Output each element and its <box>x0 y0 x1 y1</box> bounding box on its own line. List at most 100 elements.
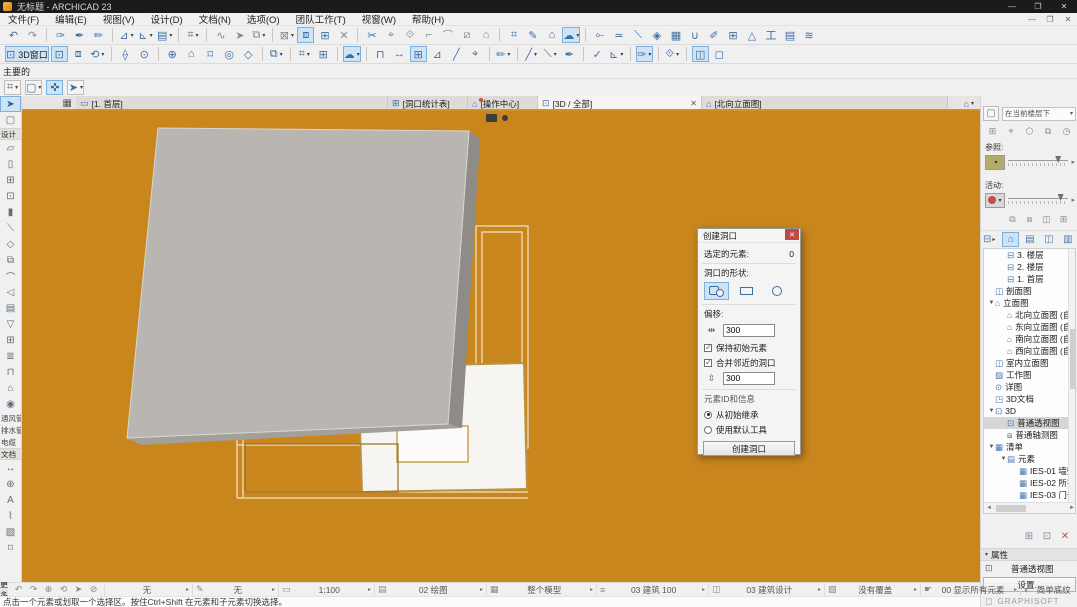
tree-item-3d[interactable]: ▼⊡3D <box>984 405 1075 417</box>
object-tool[interactable]: ⌂ <box>0 380 21 396</box>
snap-cursor-button[interactable]: ➤ <box>231 27 248 43</box>
layout-book-tab-button[interactable]: ◫ <box>1040 232 1057 247</box>
confirm-button[interactable]: ✓ <box>589 46 606 62</box>
cable-tool[interactable]: 电缆 <box>0 436 21 448</box>
intersect-button[interactable]: ⌗ <box>505 27 522 43</box>
new-viewpoint-button[interactable]: ⊡ <box>1039 529 1055 543</box>
line-type-b-button[interactable]: ⟍▾ <box>542 46 559 62</box>
panel-b-button[interactable]: ◻ <box>711 46 728 62</box>
tab-close-icon[interactable]: ✕ <box>684 99 697 108</box>
roof-tool[interactable]: ⧉ <box>0 252 21 268</box>
marquee-3d-button[interactable]: ⌗▾ <box>296 46 313 62</box>
look-around-button[interactable]: ⊙ <box>136 46 153 62</box>
camera-button[interactable]: ⌑ <box>202 46 219 62</box>
structure-display-dropdown[interactable]: ▦整个模型▸ <box>487 583 597 596</box>
menu-设计[interactable]: 设计(D) <box>142 12 190 26</box>
stretch-button[interactable]: ⟐ <box>401 27 418 43</box>
angle-3d-button[interactable]: ⊿ <box>429 46 446 62</box>
undo-button[interactable]: ↶ <box>5 27 22 43</box>
doc-close-button[interactable]: ✕ <box>1059 15 1077 24</box>
stair-tool[interactable]: ≣ <box>0 348 21 364</box>
expand-caret-icon[interactable]: ▼ <box>988 408 995 414</box>
expand-caret-icon[interactable]: ▼ <box>1000 456 1007 462</box>
pick-up-parameters-button[interactable]: ✑ <box>52 27 69 43</box>
morph-tool[interactable]: ◁ <box>0 284 21 300</box>
tree-item-sections[interactable]: ◫剖面图 <box>984 285 1075 297</box>
layer-set-dropdown[interactable]: ◫03 建筑设计▸ <box>709 583 825 596</box>
wall-tool[interactable]: ▱ <box>0 140 21 156</box>
default-settings-button[interactable]: ⌗▾ <box>4 80 21 95</box>
trace-shape-button[interactable]: ⬡ <box>1023 125 1036 138</box>
inherit-radio-row[interactable]: 从初始继承 <box>698 409 800 420</box>
navigator-map-button[interactable]: ⊟ ▸ <box>983 234 995 245</box>
view-map-tab-button[interactable]: ▤ <box>1021 232 1038 247</box>
door-tool[interactable]: ▯ <box>0 156 21 172</box>
tree-item-ies-01[interactable]: ▦IES-01 墙壁一览表 <box>984 465 1075 477</box>
scroll-left-arrow[interactable]: ◄ <box>984 505 994 511</box>
trace-split-button[interactable]: ◫ <box>1039 213 1054 226</box>
tree-item-schedules[interactable]: ▼▦清单 <box>984 441 1075 453</box>
chevron-right-icon[interactable]: ▸ <box>1071 158 1075 166</box>
shell-tool[interactable]: ⌒ <box>0 268 21 284</box>
scrollbar-thumb[interactable] <box>996 505 1026 512</box>
autogroup-button[interactable]: ⊞ <box>316 27 333 43</box>
merge-openings-row[interactable]: 合并邻近的洞口 <box>698 357 800 368</box>
level-dimension-tool[interactable]: ⊕ <box>0 476 21 492</box>
drop-button[interactable]: ∪ <box>686 27 703 43</box>
beam-tool[interactable]: ⟍ <box>0 220 21 236</box>
combined-shape-button[interactable] <box>704 282 729 300</box>
tree-item-details[interactable]: ⊙详图 <box>984 381 1075 393</box>
adjust-button[interactable]: ⌖ <box>382 27 399 43</box>
gravity-button[interactable]: ∿ <box>212 27 229 43</box>
arrow-tool[interactable]: ➤ <box>0 96 21 112</box>
paint-button[interactable]: ✎ <box>524 27 541 43</box>
size-input[interactable] <box>723 372 775 385</box>
offset-input[interactable] <box>723 324 775 337</box>
marquee-mode-button[interactable]: ▢▾ <box>25 80 42 95</box>
walk-button[interactable]: ⟠ <box>117 46 134 62</box>
tree-item-generic-axonometry[interactable]: ⧇普通轴测图 <box>984 429 1075 441</box>
railing-tool[interactable]: ⊓ <box>0 364 21 380</box>
renovation-filter-dropdown[interactable]: ☛00 显示所有元素▸ <box>921 583 1021 596</box>
align-button[interactable]: ≃ <box>610 27 627 43</box>
slider-thumb[interactable] <box>1055 156 1061 163</box>
keep-elements-checkbox[interactable] <box>704 344 712 352</box>
menu-编辑[interactable]: 编辑(E) <box>47 12 95 26</box>
renovation-button[interactable]: ≋ <box>800 27 817 43</box>
active-color-swatch[interactable]: ▾ <box>985 193 1005 208</box>
tree-item-north-elevation[interactable]: ⌂北向立面图 (自动重 <box>984 309 1075 321</box>
guide-lines-button[interactable]: ╱ <box>448 46 465 62</box>
solid-operations-button[interactable]: ⌂ <box>543 27 560 43</box>
section-3d-button[interactable]: ⊓ <box>372 46 389 62</box>
layout-grid-button[interactable]: ⊞ <box>724 27 741 43</box>
doc-minimize-button[interactable]: — <box>1023 15 1041 24</box>
fit-in-window-button[interactable]: ⌂ <box>183 46 200 62</box>
dialog-title-bar[interactable]: 创建洞口 ✕ <box>698 229 800 243</box>
menu-文件[interactable]: 文件(F) <box>0 12 47 26</box>
chevron-right-icon[interactable]: ▸ <box>1071 196 1075 204</box>
tree-item-worksheets[interactable]: ▨工作图 <box>984 369 1075 381</box>
menu-团队工作[interactable]: 团队工作(T) <box>288 12 354 26</box>
scrollbar-thumb[interactable] <box>1070 329 1075 389</box>
viewpoint-button[interactable]: ◇ <box>240 46 257 62</box>
trace-overlay-button[interactable]: ⊞ <box>1056 213 1071 226</box>
label-tool[interactable]: ⌇ <box>0 508 21 524</box>
default-tool-radio-row[interactable]: 使用默认工具 <box>698 424 800 435</box>
zoom-in-button[interactable]: ⊕ <box>42 584 55 596</box>
corner-button[interactable]: ⌐ <box>420 27 437 43</box>
favorites-button[interactable]: ▤▾ <box>156 27 173 43</box>
graphic-override-dropdown[interactable]: ▧没有覆盖▸ <box>825 583 921 596</box>
explode-button[interactable]: ✕ <box>335 27 352 43</box>
tree-item-story-2[interactable]: ⊟2. 楼层 <box>984 261 1075 273</box>
create-opening-button[interactable]: ☁▾ <box>562 27 580 43</box>
resize-button[interactable]: ⧄ <box>458 27 475 43</box>
menu-选项[interactable]: 选项(O) <box>239 12 288 26</box>
angle-snap-button[interactable]: ⊾▾ <box>608 46 625 62</box>
connect-button[interactable]: ⟜ <box>591 27 608 43</box>
tree-horizontal-scrollbar[interactable]: ◄ ► <box>984 502 1076 513</box>
3d-viewport[interactable] <box>22 111 980 582</box>
group-button[interactable]: ⧉▾ <box>250 27 267 43</box>
menu-文档[interactable]: 文档(N) <box>191 12 239 26</box>
select-quick-button[interactable]: ➤ <box>72 584 85 596</box>
duct-tool[interactable]: 通风管 <box>0 412 21 424</box>
